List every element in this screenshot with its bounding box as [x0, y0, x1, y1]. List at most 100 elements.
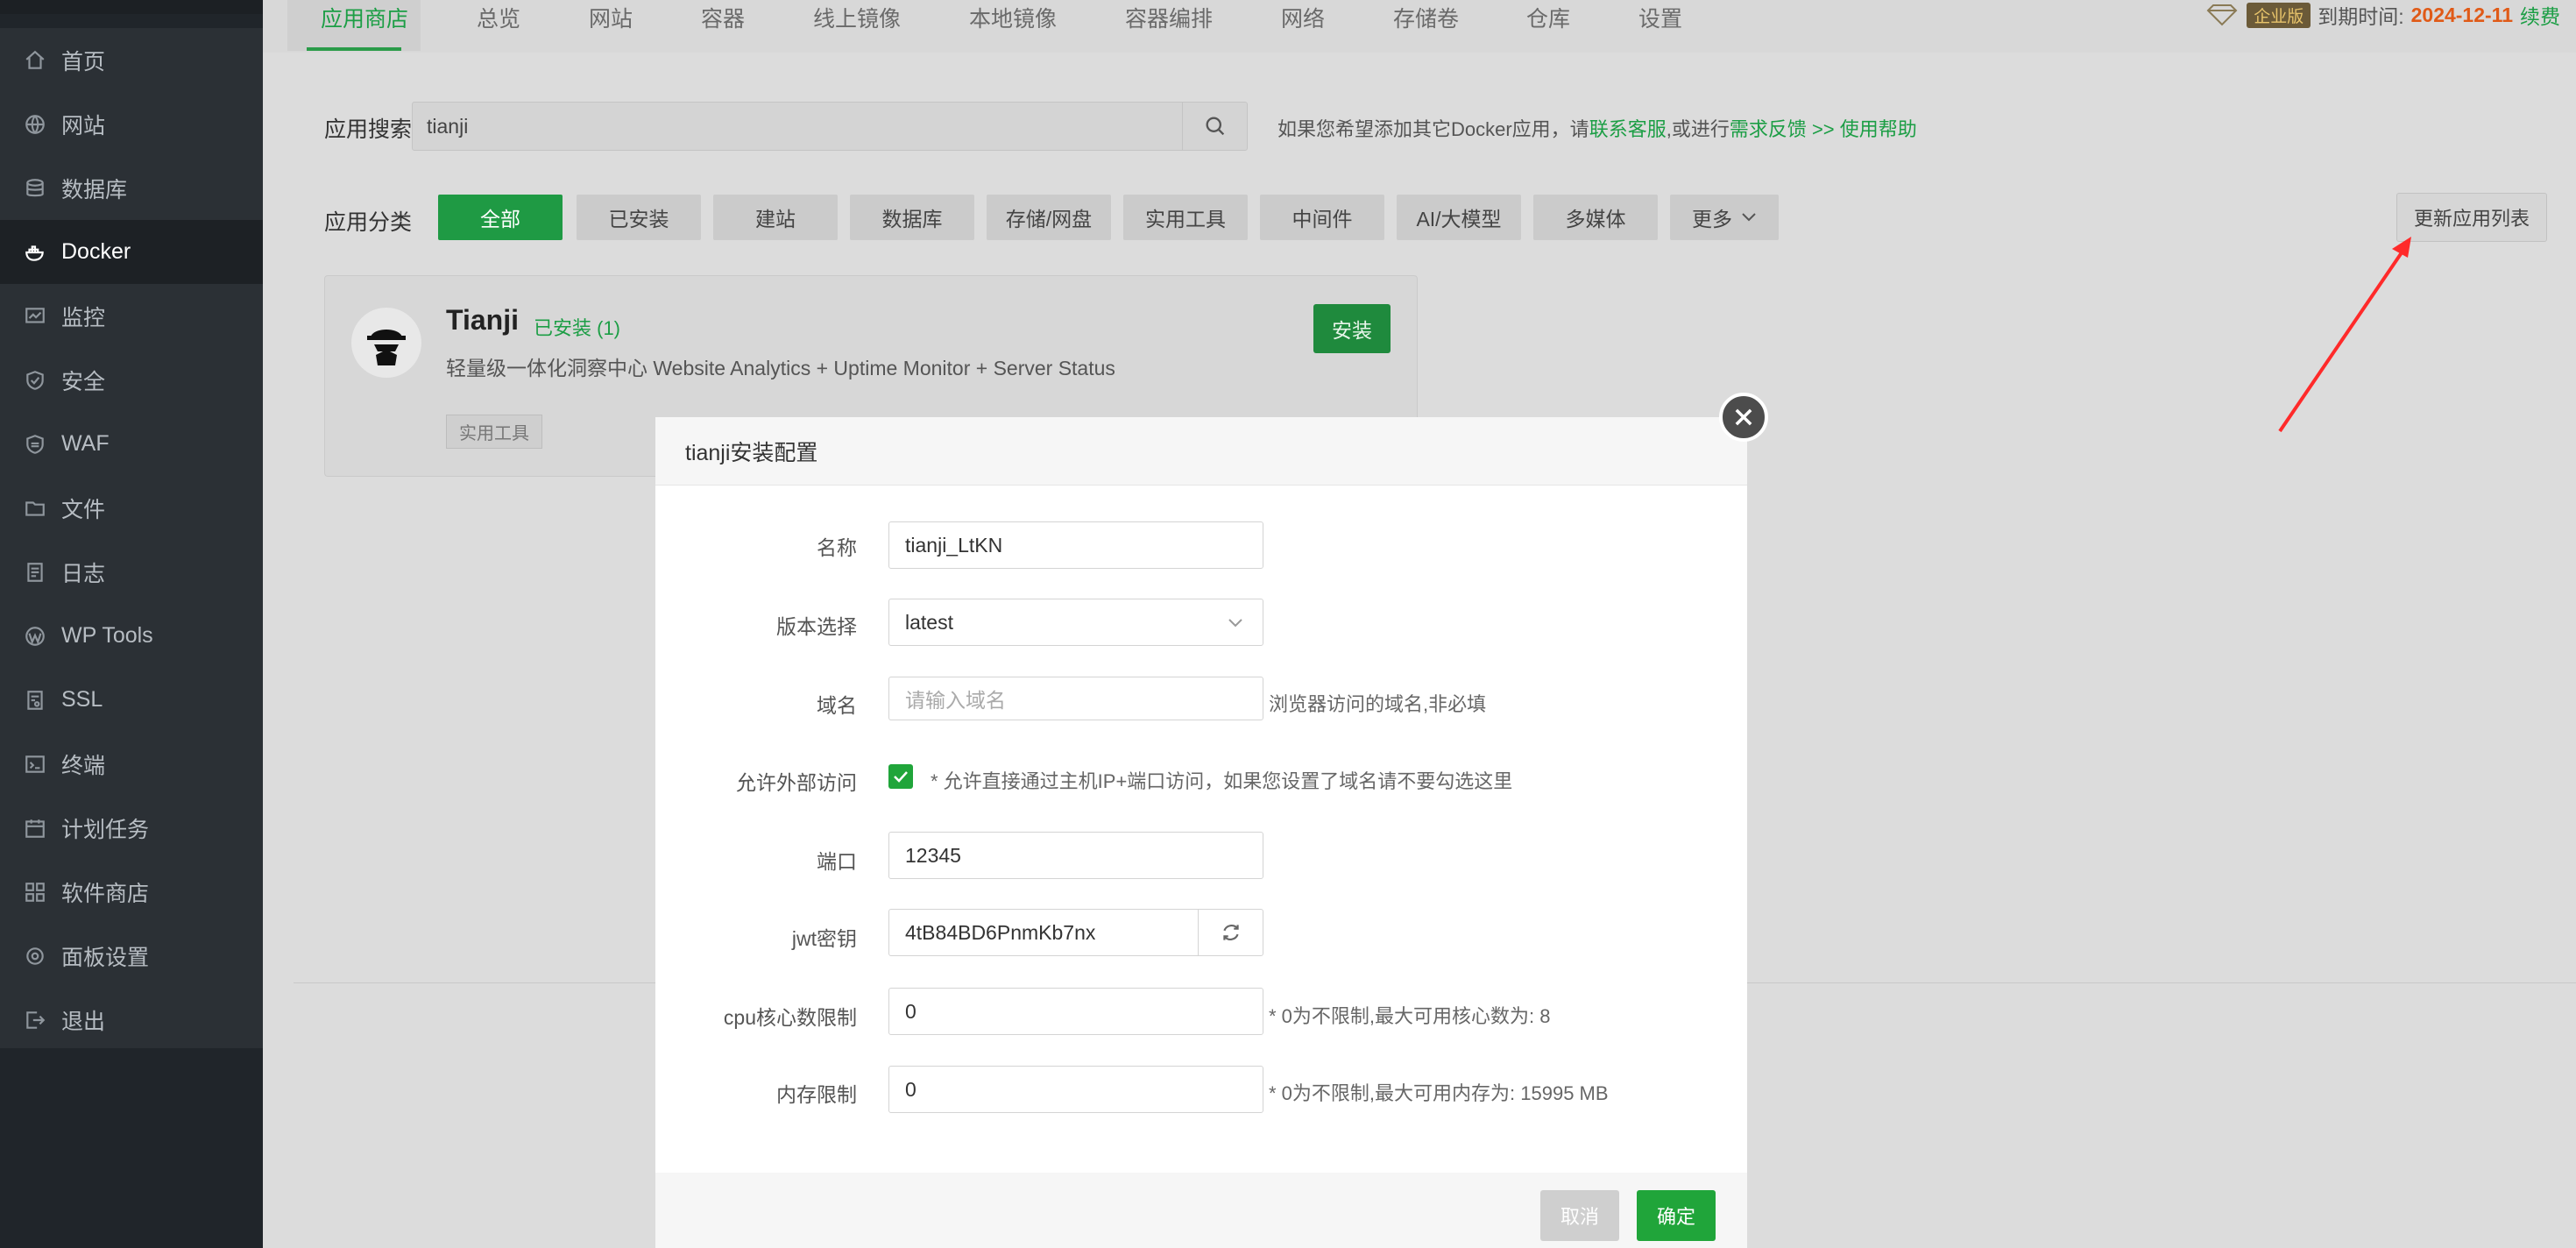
sidebar-item-store[interactable]: 软件商店: [0, 860, 263, 924]
tab-app-store[interactable]: 应用商店: [287, 0, 421, 51]
external-access-label: 允许外部访问: [736, 771, 857, 794]
search-icon[interactable]: [1182, 103, 1247, 150]
tab-compose[interactable]: 容器编排: [1125, 0, 1213, 51]
hint-prefix: 如果您希望添加其它Docker应用，请: [1277, 118, 1589, 140]
domain-input[interactable]: 请输入域名: [888, 677, 1263, 720]
sidebar-item-files[interactable]: 文件: [0, 476, 263, 540]
refresh-icon[interactable]: [1198, 910, 1263, 955]
category-storage[interactable]: 存储/网盘: [987, 195, 1111, 240]
sidebar-item-waf[interactable]: WAF: [0, 412, 263, 476]
search-hint: 如果您希望添加其它Docker应用，请联系客服,或进行需求反馈 >> 使用帮助: [1277, 114, 1917, 142]
category-middleware[interactable]: 中间件: [1260, 195, 1384, 240]
category-more[interactable]: 更多: [1670, 195, 1779, 240]
sidebar-item-terminal[interactable]: 终端: [0, 732, 263, 796]
refresh-app-list-button[interactable]: 更新应用列表: [2396, 193, 2547, 242]
sidebar-item-logout[interactable]: 退出: [0, 988, 263, 1052]
jwt-label: jwt密钥: [791, 927, 857, 950]
sidebar-item-label: 监控: [61, 305, 106, 330]
close-icon[interactable]: [1719, 393, 1768, 442]
tianji-logo: [351, 308, 421, 378]
wordpress-icon: [23, 624, 47, 649]
sidebar-item-wptools[interactable]: WP Tools: [0, 604, 263, 668]
contact-support-link[interactable]: 联系客服: [1589, 118, 1667, 140]
sidebar-item-label: 终端: [61, 753, 106, 778]
expire-label: 到期时间:: [2318, 5, 2404, 28]
logout-icon: [23, 1008, 47, 1032]
sidebar-item-label: 网站: [61, 113, 106, 138]
tab-registry[interactable]: 仓库: [1526, 0, 1570, 51]
shield-icon: [23, 368, 47, 393]
external-access-checkbox[interactable]: [888, 764, 913, 789]
sidebar-item-database[interactable]: 数据库: [0, 156, 263, 220]
sidebar-item-label: 数据库: [61, 177, 128, 202]
sidebar-item-label: 文件: [61, 497, 106, 522]
sidebar-item-settings[interactable]: 面板设置: [0, 924, 263, 988]
sidebar-item-label: 安全: [61, 369, 106, 394]
sidebar-top: [0, 0, 263, 14]
tab-settings[interactable]: 设置: [1638, 0, 1682, 51]
category-installed[interactable]: 已安装: [577, 195, 701, 240]
installed-count[interactable]: 已安装 (1): [534, 313, 620, 341]
renew-link[interactable]: 续费: [2520, 0, 2560, 30]
globe-icon: [23, 112, 47, 137]
name-input[interactable]: tianji_LtKN: [888, 521, 1263, 569]
home-icon: [23, 48, 47, 73]
cpu-input[interactable]: 0: [888, 988, 1263, 1035]
search-input[interactable]: tianji: [412, 102, 1248, 151]
jwt-input[interactable]: 4tB84BD6PnmKb7nx: [888, 909, 1263, 956]
sidebar-item-monitor[interactable]: 监控: [0, 284, 263, 348]
sidebar-item-security[interactable]: 安全: [0, 348, 263, 412]
version-select[interactable]: latest: [888, 599, 1263, 646]
docker-icon: [23, 240, 47, 265]
category-media[interactable]: 多媒体: [1533, 195, 1658, 240]
sidebar-item-docker[interactable]: Docker: [0, 220, 263, 284]
memory-label: 内存限制: [776, 1083, 857, 1106]
category-database[interactable]: 数据库: [850, 195, 974, 240]
category-ai[interactable]: AI/大模型: [1397, 195, 1521, 240]
waf-shield-icon: [23, 432, 47, 457]
category-all[interactable]: 全部: [438, 195, 563, 240]
category-website[interactable]: 建站: [713, 195, 838, 240]
tab-overview[interactable]: 总览: [477, 0, 520, 51]
search-value: tianji: [427, 115, 469, 138]
category-tools[interactable]: 实用工具: [1123, 195, 1248, 240]
category-more-label: 更多: [1692, 208, 1732, 230]
app-tag: 实用工具: [446, 415, 542, 449]
external-access-note: * 允许直接通过主机IP+端口访问，如果您设置了域名请不要勾选这里: [931, 770, 1513, 792]
sidebar-item-cron[interactable]: 计划任务: [0, 796, 263, 860]
app-name: Tianji: [446, 304, 519, 336]
hint-mid: ,或进行: [1666, 118, 1730, 140]
tab-container[interactable]: 容器: [701, 0, 745, 51]
license-badge: 企业版: [2247, 2, 2311, 28]
tab-network[interactable]: 网络: [1281, 0, 1325, 51]
feedback-link[interactable]: 需求反馈: [1730, 118, 1807, 140]
install-button[interactable]: 安装: [1313, 304, 1391, 353]
category-label: 应用分类: [324, 210, 413, 235]
tab-local-images[interactable]: 本地镜像: [969, 0, 1057, 51]
sidebar-item-ssl[interactable]: SSL: [0, 668, 263, 732]
tab-online-images[interactable]: 线上镜像: [813, 0, 901, 51]
tab-website[interactable]: 网站: [589, 0, 633, 51]
confirm-button[interactable]: 确定: [1637, 1190, 1716, 1241]
help-link[interactable]: 使用帮助: [1840, 118, 1917, 140]
hint-arrows: >>: [1806, 118, 1840, 140]
port-input[interactable]: 12345: [888, 832, 1263, 879]
sidebar-item-home[interactable]: 首页: [0, 28, 263, 92]
cancel-button[interactable]: 取消: [1540, 1190, 1619, 1241]
top-tabs: 应用商店 总览 网站 容器 线上镜像 本地镜像 容器编排 网络 存储卷 仓库 设…: [263, 0, 2576, 53]
version-value: latest: [905, 610, 953, 634]
tab-volumes[interactable]: 存储卷: [1393, 0, 1459, 51]
chevron-down-icon: [1742, 213, 1756, 222]
log-icon: [23, 560, 47, 585]
sidebar-item-website[interactable]: 网站: [0, 92, 263, 156]
sidebar-item-label: 软件商店: [61, 881, 150, 906]
sidebar-item-label: WAF: [61, 431, 110, 456]
sidebar: 首页 网站 数据库 Docker 监控 安全 WAF 文件 日志 WP Tool…: [0, 0, 263, 1248]
jwt-value: 4tB84BD6PnmKb7nx: [905, 920, 1096, 944]
memory-input[interactable]: 0: [888, 1066, 1263, 1113]
monitor-icon: [23, 304, 47, 329]
expire-date: 2024-12-11: [2410, 3, 2513, 26]
diamond-icon: [2206, 4, 2238, 26]
sidebar-item-label: WP Tools: [61, 623, 153, 648]
sidebar-item-logs[interactable]: 日志: [0, 540, 263, 604]
